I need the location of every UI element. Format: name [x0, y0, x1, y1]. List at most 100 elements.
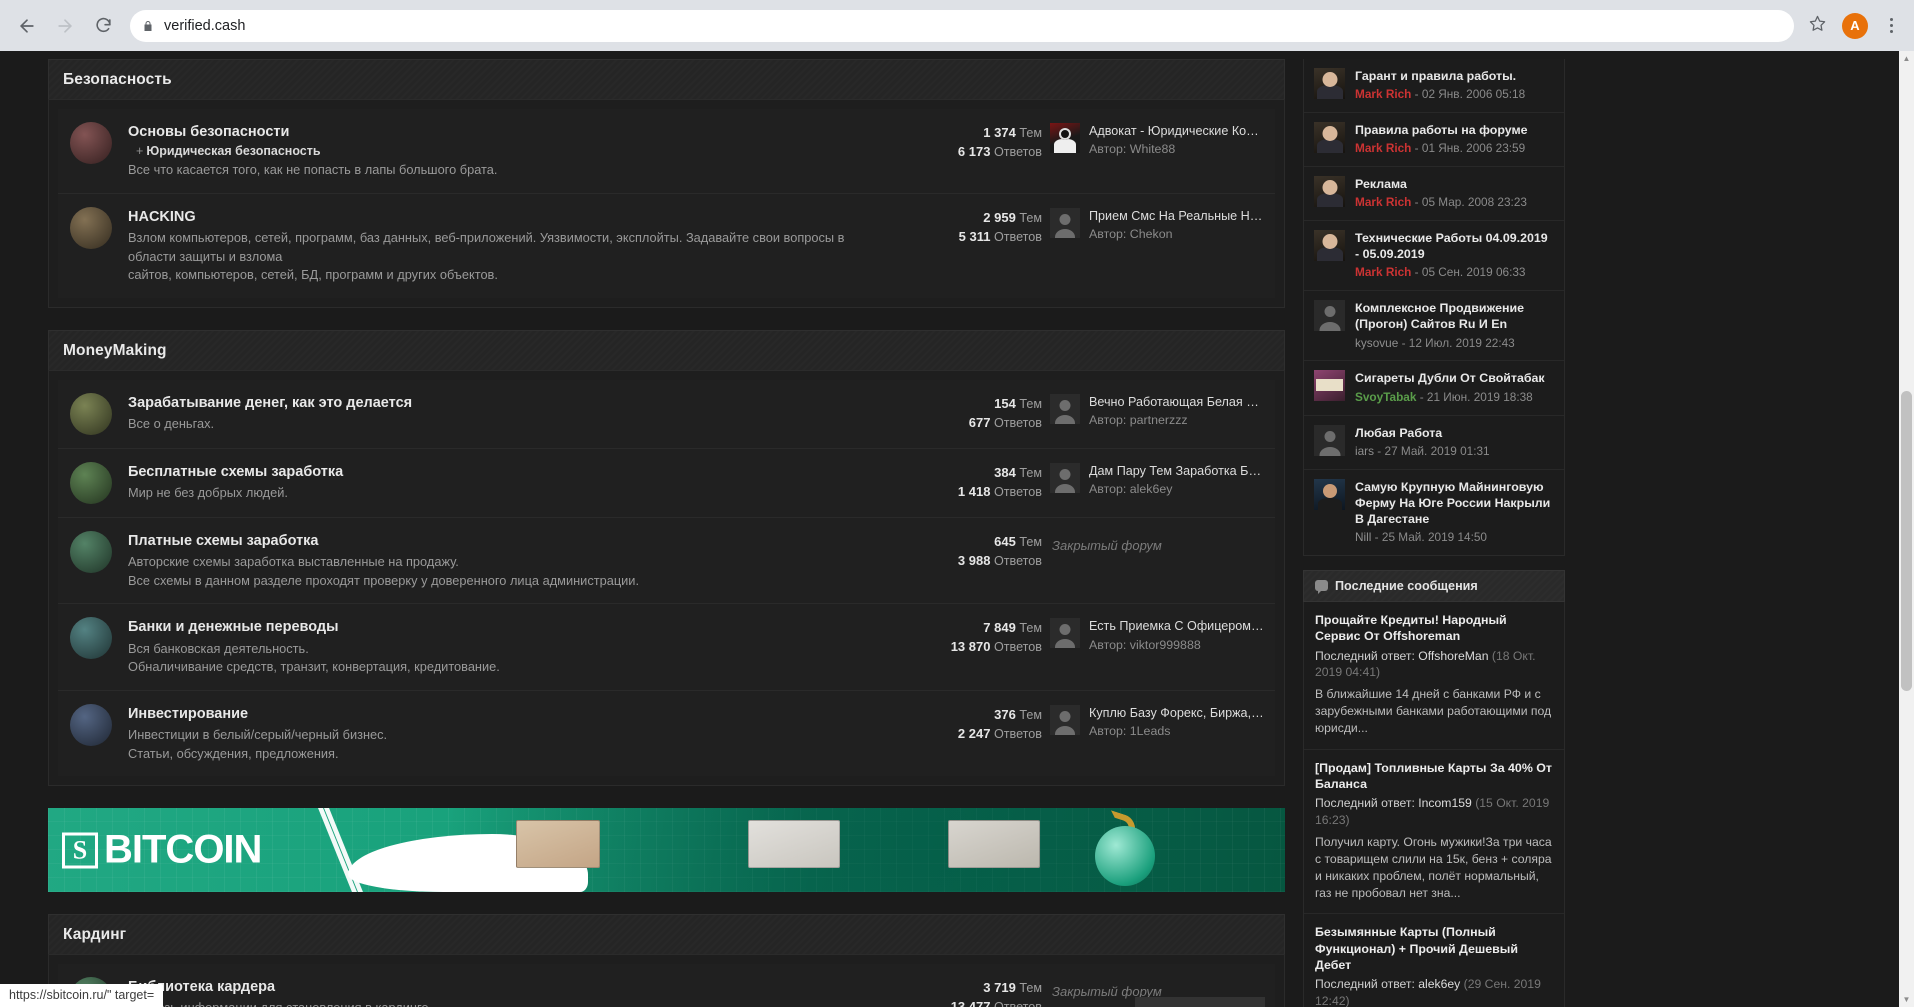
kebab-menu-icon[interactable]: [1878, 18, 1904, 33]
thread-author-name[interactable]: iars: [1355, 444, 1374, 458]
reply-author[interactable]: Incom159: [1418, 796, 1472, 810]
thread-title[interactable]: Сигареты Дубли От Свойтабак: [1355, 370, 1554, 386]
bitcoin-ad-banner[interactable]: S BITCOIN: [48, 808, 1285, 893]
replies-label: Ответов: [993, 726, 1042, 741]
message-title[interactable]: [Продам] Топливные Карты За 40% От Балан…: [1315, 760, 1553, 793]
topics-label: Тем: [1019, 707, 1042, 722]
forum-node-title[interactable]: Бесплатные схемы заработка: [128, 463, 890, 481]
forum-node-stats: 3 719 Тем13 477 Ответов: [890, 977, 1050, 1007]
banknote-ruble: [516, 820, 600, 869]
reply-author[interactable]: alek6ey: [1418, 977, 1460, 991]
thread-title[interactable]: Самую Крупную Майнинговую Ферму На Юге Р…: [1355, 479, 1554, 527]
scrollbar-thumb[interactable]: [1901, 391, 1912, 691]
message-title[interactable]: Прощайте Кредиты! Народный Сервис От Off…: [1315, 612, 1553, 645]
forum-node-title[interactable]: Инвестирование: [128, 705, 890, 723]
forum-node-main: Зарабатывание денег, как это делается Все…: [128, 393, 890, 434]
forum-node-title[interactable]: Библиотека кардера: [128, 978, 890, 996]
replies-number: 2 247: [957, 725, 991, 741]
thread-author-name[interactable]: SvoyTabak: [1355, 390, 1416, 404]
forum-node-row[interactable]: Зарабатывание денег, как это делается Все…: [58, 379, 1275, 449]
forum-node-stats: 7 849 Тем 13 870 Ответов: [890, 617, 1050, 657]
thread-author-avatar[interactable]: [1314, 478, 1345, 510]
thread-author-name[interactable]: Nill: [1355, 530, 1371, 544]
thread-author-avatar[interactable]: [1314, 370, 1345, 402]
forum-node-row[interactable]: Инвестирование Инвестиции в белый/серый/ч…: [58, 690, 1275, 777]
sidebar-thread-item[interactable]: Любая Работа iars - 27 Май. 2019 01:31: [1304, 416, 1564, 470]
last-post-title[interactable]: Прием Смс На Реальные Номер...: [1089, 208, 1265, 224]
sidebar-thread-item[interactable]: Правила работы на форуме Mark Rich - 01 Я…: [1304, 113, 1564, 168]
thread-title[interactable]: Любая Работа: [1355, 425, 1554, 441]
thread-author-avatar[interactable]: [1314, 122, 1345, 154]
thread-title[interactable]: Реклама: [1355, 176, 1554, 192]
thread-author-avatar[interactable]: [1314, 300, 1345, 332]
latest-message-item[interactable]: Безымянные Карты (Полный Функционал) + П…: [1304, 914, 1564, 1007]
sidebar-thread-item[interactable]: Технические Работы 04.09.2019 - 05.09.20…: [1304, 221, 1564, 292]
reload-button[interactable]: [86, 9, 120, 43]
thread-title[interactable]: Гарант и правила работы.: [1355, 68, 1554, 84]
last-post-title[interactable]: Есть Приемка С Офицером Пол...: [1089, 618, 1265, 634]
forum-subnode-link[interactable]: + Юридическая безопасность: [136, 144, 890, 158]
last-post-title[interactable]: Дам Пару Тем Заработка Бесп...: [1089, 463, 1265, 479]
back-button[interactable]: [10, 9, 44, 43]
thread-date: - 25 Май. 2019 14:50: [1374, 529, 1487, 544]
sidebar-thread-item[interactable]: Сигареты Дубли От Свойтабак SvoyTabak - 2…: [1304, 361, 1564, 416]
bookmark-button[interactable]: [1802, 11, 1832, 41]
thread-author-avatar[interactable]: [1314, 230, 1345, 262]
latest-message-item[interactable]: Прощайте Кредиты! Народный Сервис От Off…: [1304, 602, 1564, 750]
topics-label: Тем: [1019, 621, 1042, 636]
scroll-up-arrow-icon[interactable]: ▲: [1899, 51, 1914, 66]
topics-label: Тем: [1019, 396, 1042, 411]
browser-toolbar: verified.cash A: [0, 0, 1914, 51]
thread-author-name[interactable]: Mark Rich: [1355, 265, 1411, 279]
replies-label: Ответов: [993, 229, 1042, 244]
latest-message-item[interactable]: [Продам] Топливные Карты За 40% От Балан…: [1304, 750, 1564, 915]
sidebar-thread-item[interactable]: Комплексное Продвижение (Прогон) Сайтов …: [1304, 291, 1564, 362]
forum-node-row[interactable]: Банки и денежные переводы Вся банковская …: [58, 604, 1275, 691]
reply-author[interactable]: OffshoreMan: [1418, 649, 1488, 663]
forum-node-title[interactable]: Банки и денежные переводы: [128, 618, 890, 636]
thread-author-avatar[interactable]: [1314, 424, 1345, 456]
last-post-avatar[interactable]: [1050, 393, 1080, 424]
last-post-title[interactable]: Куплю Базу Форекс, Биржа, И...: [1089, 705, 1265, 721]
thread-title[interactable]: Правила работы на форуме: [1355, 122, 1554, 138]
vertical-scrollbar[interactable]: ▲ ▼: [1899, 51, 1914, 1007]
last-post-avatar[interactable]: [1050, 207, 1080, 238]
sidebar-thread-item[interactable]: Реклама Mark Rich - 05 Мар. 2008 23:23: [1304, 167, 1564, 222]
last-post-avatar[interactable]: [1050, 704, 1080, 735]
forum-node-description-line2: Статьи, обсуждения, предложения.: [128, 745, 339, 761]
forum-node-row[interactable]: HACKING Взлом компьютеров, сетей, програм…: [58, 193, 1275, 298]
thread-title[interactable]: Технические Работы 04.09.2019 - 05.09.20…: [1355, 230, 1554, 262]
forum-node-row[interactable]: Основы безопасности + Юридическая безопасн…: [58, 109, 1275, 194]
thread-author-name[interactable]: Mark Rich: [1355, 141, 1411, 155]
forum-node-title[interactable]: Основы безопасности: [128, 123, 890, 141]
scroll-down-arrow-icon[interactable]: ▼: [1899, 992, 1914, 1007]
forum-node-row[interactable]: Библиотека кардера Кладезь информации для…: [58, 964, 1275, 1007]
last-post-avatar[interactable]: [1050, 123, 1080, 153]
forum-node-title[interactable]: Платные схемы заработка: [128, 532, 890, 550]
avatar[interactable]: A: [1842, 12, 1868, 39]
thread-author-name[interactable]: kysovue: [1355, 336, 1398, 350]
page-viewport: Безопасность Основы безопасности + Юридичес…: [0, 51, 1914, 1007]
thread-author-name[interactable]: Mark Rich: [1355, 195, 1411, 209]
thread-author-name[interactable]: Mark Rich: [1355, 87, 1411, 101]
thread-author-avatar[interactable]: [1314, 176, 1345, 208]
sidebar-thread-item[interactable]: Гарант и правила работы. Mark Rich - 02 Я…: [1304, 59, 1564, 114]
last-post-title[interactable]: Адвокат - Юридические Консу...: [1089, 123, 1265, 139]
thread-title[interactable]: Комплексное Продвижение (Прогон) Сайтов …: [1355, 300, 1554, 332]
thread-author-avatar[interactable]: [1314, 68, 1345, 99]
sidebar-thread-item[interactable]: Самую Крупную Майнинговую Ферму На Юге Р…: [1304, 470, 1564, 555]
address-bar[interactable]: verified.cash: [130, 9, 1794, 42]
last-post-title[interactable]: Вечно Работающая Белая Тема...: [1089, 394, 1265, 410]
forum-node-row[interactable]: Платные схемы заработка Авторские схемы з…: [58, 517, 1275, 605]
forward-button[interactable]: [48, 9, 82, 43]
lock-icon: [142, 19, 154, 33]
forum-node-row[interactable]: Бесплатные схемы заработка Мир не без доб…: [58, 448, 1275, 518]
forum-node-title[interactable]: Зарабатывание денег, как это делается: [128, 394, 890, 412]
forum-node-icon: [70, 461, 112, 504]
last-post-avatar[interactable]: [1050, 618, 1080, 649]
message-title[interactable]: Безымянные Карты (Полный Функционал) + П…: [1315, 924, 1553, 973]
topics-number: 376: [994, 706, 1016, 722]
last-post-avatar[interactable]: [1050, 462, 1080, 493]
category-block: Безопасность Основы безопасности + Юридичес…: [48, 59, 1285, 308]
forum-node-title[interactable]: HACKING: [128, 208, 890, 226]
